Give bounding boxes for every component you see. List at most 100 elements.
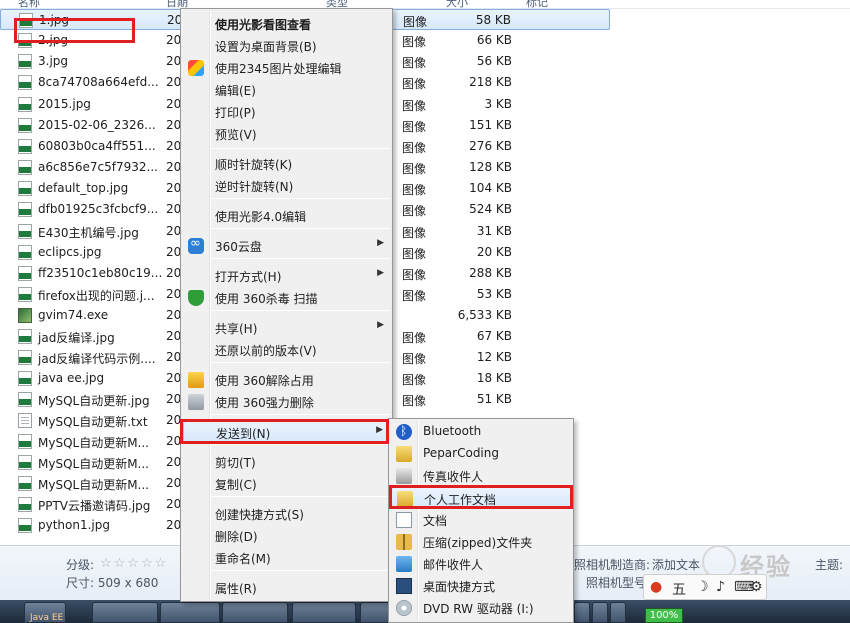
file-type: 图像 xyxy=(402,268,427,282)
context-menu-item[interactable]: 打印(P) xyxy=(183,101,390,123)
ime-logo-icon[interactable]: ● xyxy=(650,579,662,595)
menu-item-label: 编辑(E) xyxy=(215,84,256,98)
taskbar-button-6[interactable] xyxy=(360,602,390,623)
ime-punctuation-icon[interactable]: ♪ xyxy=(716,579,725,595)
context-menu-item[interactable]: 还原以前的版本(V) xyxy=(183,339,390,361)
file-name: java ee.jpg xyxy=(38,371,105,385)
file-date: 20 xyxy=(166,308,182,322)
send-to-item[interactable]: 桌面快捷方式 xyxy=(391,575,571,597)
ime-settings-gear-icon[interactable]: ⚙ xyxy=(750,579,763,595)
send-to-item[interactable]: 传真收件人 xyxy=(391,465,571,487)
taskbar-qq-icon[interactable] xyxy=(160,602,220,623)
ime-moon-icon[interactable]: ☽ xyxy=(696,579,709,595)
context-menu-item[interactable]: 删除(D) xyxy=(183,525,390,547)
jpeg-file-icon xyxy=(18,329,32,344)
menu-item-label: 使用光影看图查看 xyxy=(215,18,312,32)
send-to-item[interactable]: 文档 xyxy=(391,509,571,531)
folder-icon xyxy=(396,446,412,462)
ime-mode[interactable]: 五 xyxy=(672,579,686,599)
send-to-item[interactable]: 压缩(zipped)文件夹 xyxy=(391,531,571,553)
menu-separator xyxy=(211,496,390,497)
context-menu-item[interactable]: 属性(R) xyxy=(183,577,390,599)
context-menu-item[interactable]: 创建快捷方式(S) xyxy=(183,503,390,525)
context-menu-item[interactable]: 复制(C) xyxy=(183,473,390,495)
rating-stars[interactable]: ☆☆☆☆☆ xyxy=(100,556,168,571)
file-name: firefox出现的问题.j... xyxy=(38,289,155,303)
context-menu-item[interactable]: 使用 360杀毒 扫描 xyxy=(183,287,390,309)
jpeg-file-icon xyxy=(18,350,32,365)
context-menu-item[interactable]: 编辑(E) xyxy=(183,79,390,101)
send-to-item[interactable]: 个人工作文档 xyxy=(391,487,571,509)
file-date: 20 xyxy=(166,202,182,216)
context-menu-item[interactable]: 使用2345图片处理编辑 xyxy=(183,57,390,79)
file-date: 20 xyxy=(166,434,182,448)
file-type: 图像 xyxy=(402,56,427,70)
send-to-item[interactable]: PeparCoding xyxy=(391,443,571,465)
file-size: 524 KB xyxy=(469,202,512,216)
file-type: 图像 xyxy=(402,394,427,408)
file-name: jad反编译代码示例.... xyxy=(38,352,156,366)
menu-item-label: 复制(C) xyxy=(215,478,257,492)
menu-item-label: 传真收件人 xyxy=(423,470,484,484)
file-date: 20 xyxy=(166,33,182,47)
battery-indicator[interactable]: 100% xyxy=(645,608,683,623)
file-date: 20 xyxy=(166,350,182,364)
menu-item-label: DVD RW 驱动器 (I:) xyxy=(423,602,534,616)
mail-icon xyxy=(396,556,412,572)
context-menu-item[interactable]: 使用光影4.0编辑 xyxy=(183,205,390,227)
context-menu-item[interactable]: 预览(V) xyxy=(183,123,390,145)
file-name: 8ca74708a664efd... xyxy=(38,75,159,89)
context-menu-item[interactable]: 剪切(T) xyxy=(183,451,390,473)
context-menu-item[interactable]: 发送到(N) ▶ xyxy=(183,421,390,443)
file-size: 67 KB xyxy=(476,329,512,343)
context-menu-item[interactable]: 使用 360解除占用 xyxy=(183,369,390,391)
context-menu-item[interactable]: 重命名(M) xyxy=(183,547,390,569)
menu-item-label: 逆时针旋转(N) xyxy=(215,180,294,194)
send-to-item[interactable]: 邮件收件人 xyxy=(391,553,571,575)
column-size[interactable]: 大小 xyxy=(446,0,468,8)
context-menu-item[interactable]: 顺时针旋转(K) xyxy=(183,153,390,175)
menu-item-label: 重命名(M) xyxy=(215,552,271,566)
file-name: dfb01925c3fcbcf9... xyxy=(38,202,159,216)
context-menu-item[interactable]: 使用光影看图查看 xyxy=(183,13,390,35)
send-to-item[interactable]: Bluetooth xyxy=(391,421,571,443)
file-name: gvim74.exe xyxy=(38,308,109,322)
jpeg-file-icon xyxy=(18,75,32,90)
context-menu-item[interactable]: 设置为桌面背景(B) xyxy=(183,35,390,57)
file-name: 2015-02-06_2326... xyxy=(38,118,156,132)
file-date: 20 xyxy=(166,75,182,89)
column-name[interactable]: 名称 xyxy=(18,0,40,8)
taskbar-javaee[interactable]: Java EE xyxy=(24,602,66,623)
file-type: 图像 xyxy=(402,35,427,49)
menu-item-label: PeparCoding xyxy=(423,446,499,460)
context-menu-item[interactable]: 使用 360强力删除 xyxy=(183,391,390,413)
file-type: 图像 xyxy=(402,352,427,366)
jpeg-file-icon xyxy=(18,518,32,533)
file-size: 18 KB xyxy=(476,371,512,385)
menu-item-label: 压缩(zipped)文件夹 xyxy=(423,536,533,550)
tray-icon-1[interactable] xyxy=(574,602,590,623)
jpeg-file-icon xyxy=(18,245,32,260)
file-size: 276 KB xyxy=(469,139,512,153)
menu-item-label: 邮件收件人 xyxy=(423,558,484,572)
file-date: 20 xyxy=(166,224,182,238)
menu-item-label: 使用光影4.0编辑 xyxy=(215,210,307,224)
taskbar-button-2[interactable] xyxy=(92,602,158,623)
file-name: MySQL自动更新.jpg xyxy=(38,394,150,408)
send-to-item[interactable]: DVD RW 驱动器 (I:) xyxy=(391,597,571,619)
camera-maker-value[interactable]: 添加文本 xyxy=(652,556,700,573)
taskbar-button-4[interactable] xyxy=(222,602,288,623)
context-menu-item[interactable]: 逆时针旋转(N) xyxy=(183,175,390,197)
file-size: 218 KB xyxy=(469,75,512,89)
tray-icon-3[interactable] xyxy=(610,602,626,623)
taskbar-folder-icon[interactable] xyxy=(292,602,356,623)
tray-help-icon[interactable] xyxy=(592,602,608,623)
context-menu-item[interactable]: 打开方式(H) ▶ xyxy=(183,265,390,287)
column-tags[interactable]: 标记 xyxy=(526,0,548,8)
rating-label: 分级: xyxy=(66,558,95,572)
menu-item-label: 桌面快捷方式 xyxy=(423,580,496,594)
context-menu-item[interactable]: 360云盘 ▶ xyxy=(183,235,390,257)
jpeg-file-icon xyxy=(18,371,32,386)
context-menu-item[interactable]: 共享(H) ▶ xyxy=(183,317,390,339)
jpeg-file-icon xyxy=(18,224,32,239)
